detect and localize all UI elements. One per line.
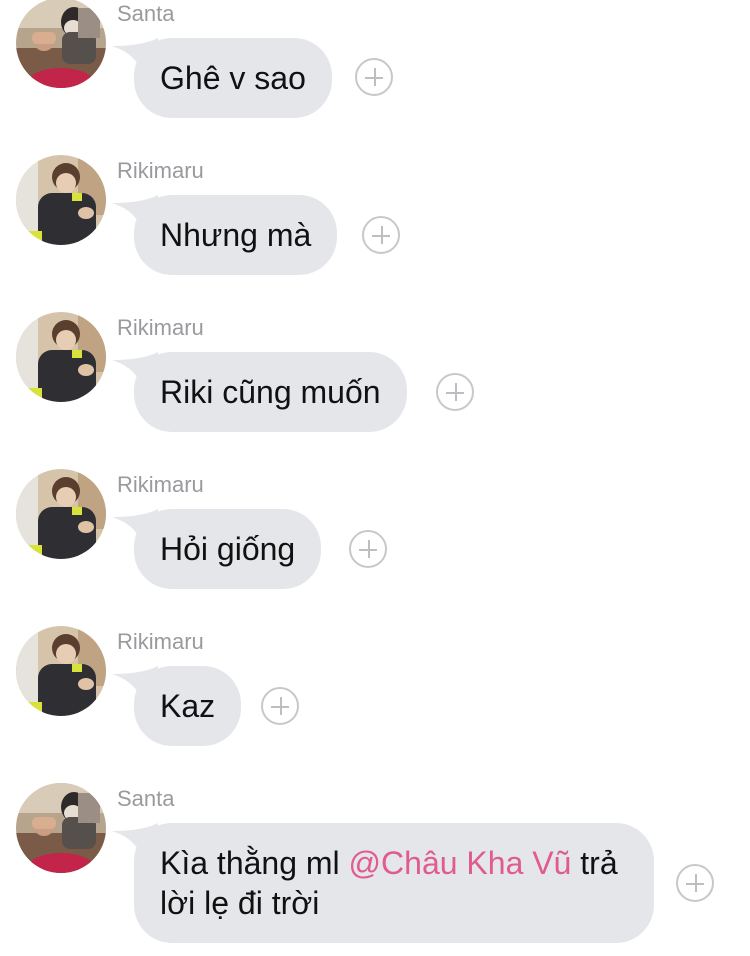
rikimaru-avatar-image (16, 155, 106, 245)
rikimaru-avatar-image (16, 312, 106, 402)
santa-avatar-image (16, 0, 106, 88)
avatar[interactable] (16, 783, 106, 873)
message-bubble[interactable]: Nhưng mà (134, 195, 338, 275)
avatar[interactable] (16, 626, 106, 716)
add-reaction-icon[interactable] (349, 530, 387, 568)
message-bubble[interactable]: Kìa thằng ml @Châu Kha Vũ trả lời lẹ đi … (134, 823, 654, 943)
bubble-tail (112, 823, 158, 861)
message-text-line1: Kìa thằng ml @Châu Kha Vũ trả (160, 845, 618, 881)
add-reaction-icon[interactable] (676, 864, 714, 902)
message-text: Kaz (160, 688, 216, 724)
message-bubble[interactable]: Riki cũng muốn (134, 352, 407, 432)
add-reaction-icon[interactable] (436, 373, 474, 411)
sender-name: Santa (117, 786, 175, 811)
bubble-tail (112, 509, 158, 547)
message-text: Nhưng mà (160, 217, 312, 253)
bubble-tail (112, 195, 158, 233)
message-text-line2: lời lẹ đi trời (160, 885, 320, 921)
santa-avatar-image (16, 783, 106, 873)
message-text: Hỏi giống (160, 531, 296, 567)
avatar[interactable] (16, 312, 106, 402)
avatar[interactable] (16, 469, 106, 559)
add-reaction-icon[interactable] (355, 58, 393, 96)
add-reaction-icon[interactable] (362, 216, 400, 254)
bubble-tail (112, 666, 158, 704)
message-text: Riki cũng muốn (160, 374, 381, 410)
message-bubble[interactable]: Ghê v sao (134, 38, 332, 118)
sender-name: Rikimaru (117, 158, 204, 183)
mention-link[interactable]: @Châu Kha Vũ (349, 845, 572, 881)
message-text: Ghê v sao (160, 60, 306, 96)
avatar[interactable] (16, 0, 106, 88)
avatar[interactable] (16, 155, 106, 245)
message-bubble[interactable]: Hỏi giống (134, 509, 322, 589)
message-bubble[interactable]: Kaz (134, 666, 242, 746)
rikimaru-avatar-image (16, 626, 106, 716)
sender-name: Rikimaru (117, 472, 204, 497)
message-text-before: Kìa thằng ml (160, 845, 349, 881)
message-text-after: trả (571, 845, 618, 881)
rikimaru-avatar-image (16, 469, 106, 559)
add-reaction-icon[interactable] (261, 687, 299, 725)
sender-name: Rikimaru (117, 315, 204, 340)
bubble-tail (112, 352, 158, 390)
sender-name: Santa (117, 1, 175, 26)
sender-name: Rikimaru (117, 629, 204, 654)
bubble-tail (112, 38, 158, 76)
